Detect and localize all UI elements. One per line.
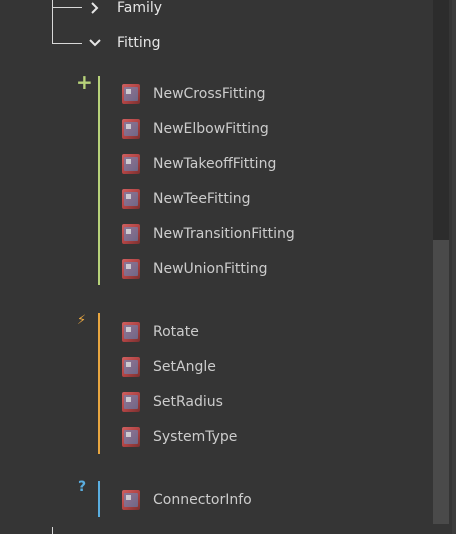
list-item[interactable]: NewCrossFitting	[120, 82, 265, 106]
chevron-down-icon[interactable]	[88, 37, 102, 49]
group-bar-create	[98, 76, 100, 285]
list-item[interactable]: SystemType	[120, 425, 237, 449]
dynamo-node-icon	[122, 357, 140, 377]
dynamo-node-icon	[122, 224, 140, 244]
list-item[interactable]: Rotate	[120, 320, 199, 344]
node-label[interactable]: NewCrossFitting	[153, 86, 265, 102]
node-label[interactable]: ConnectorInfo	[153, 492, 252, 508]
dynamo-node-icon	[122, 490, 140, 510]
node-label[interactable]: SetRadius	[153, 394, 223, 410]
category-label-fitting[interactable]: Fitting	[117, 35, 161, 51]
list-item[interactable]: NewTeeFitting	[120, 187, 251, 211]
list-item[interactable]: NewTransitionFitting	[120, 222, 295, 246]
chevron-right-icon[interactable]	[89, 0, 101, 16]
node-label[interactable]: SetAngle	[153, 359, 216, 375]
tree-connector-family	[52, 7, 82, 8]
list-item[interactable]: ConnectorInfo	[120, 488, 252, 512]
node-label[interactable]: NewElbowFitting	[153, 121, 269, 137]
group-bar-action	[98, 313, 100, 454]
list-item[interactable]: NewElbowFitting	[120, 117, 269, 141]
dynamo-node-icon	[122, 427, 140, 447]
dynamo-node-icon	[122, 189, 140, 209]
node-label[interactable]: NewTransitionFitting	[153, 226, 295, 242]
list-item[interactable]: NewUnionFitting	[120, 257, 268, 281]
node-label[interactable]: NewTakeoffFitting	[153, 156, 276, 172]
category-label-family[interactable]: Family	[117, 0, 162, 16]
dynamo-node-icon	[122, 392, 140, 412]
list-item[interactable]: SetAngle	[120, 355, 216, 379]
group-bar-query	[98, 481, 100, 517]
panel-edge	[452, 0, 456, 534]
question-icon: ?	[78, 479, 87, 495]
tree-connector-bottom	[52, 527, 53, 534]
node-label[interactable]: SystemType	[153, 429, 237, 445]
scrollbar-thumb[interactable]	[433, 240, 449, 524]
dynamo-node-icon	[122, 259, 140, 279]
node-label[interactable]: NewUnionFitting	[153, 261, 268, 277]
dynamo-node-icon	[122, 84, 140, 104]
dynamo-node-icon	[122, 322, 140, 342]
lightning-icon: ⚡	[77, 313, 87, 328]
create-plus-icon: +	[76, 70, 93, 94]
node-label[interactable]: NewTeeFitting	[153, 191, 251, 207]
list-item[interactable]: SetRadius	[120, 390, 223, 414]
dynamo-node-icon	[122, 154, 140, 174]
node-label[interactable]: Rotate	[153, 324, 199, 340]
dynamo-node-icon	[122, 119, 140, 139]
list-item[interactable]: NewTakeoffFitting	[120, 152, 276, 176]
tree-connector-fitting	[52, 43, 82, 44]
